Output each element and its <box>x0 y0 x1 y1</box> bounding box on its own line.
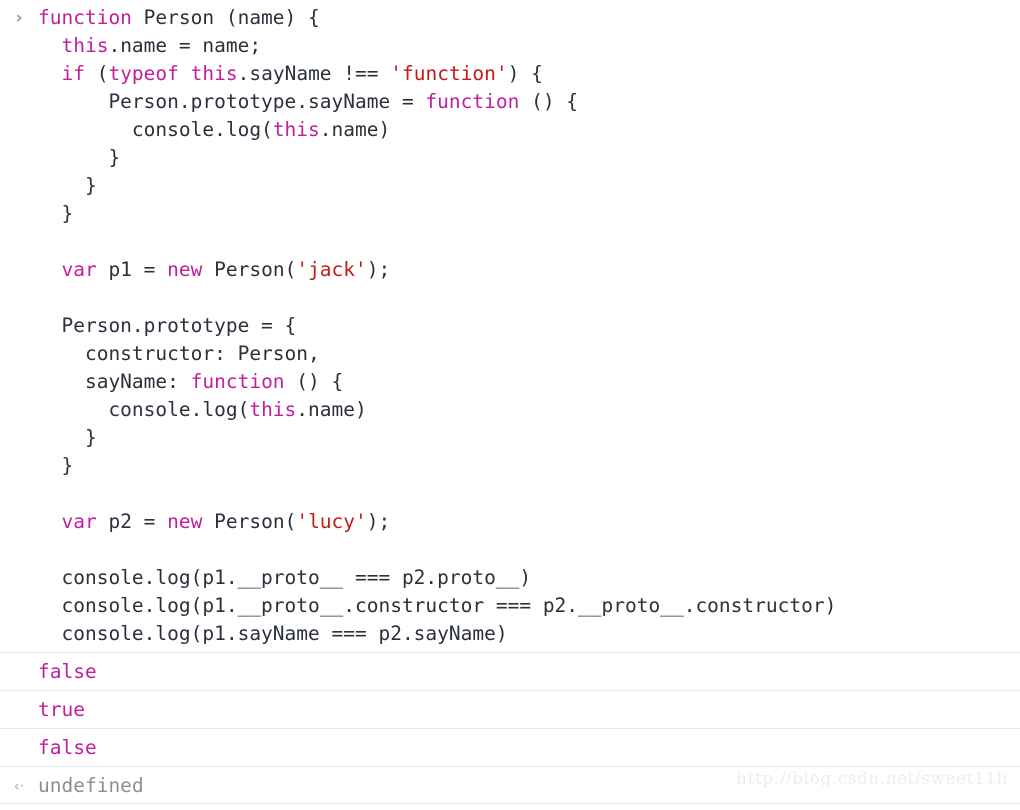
code-line: function Person (name) { <box>0 4 1020 32</box>
console-row-text: undefined <box>38 774 144 797</box>
console-input-code[interactable]: function Person (name) { this.name = nam… <box>0 4 1020 648</box>
code-line: var p1 = new Person('jack'); <box>0 256 1020 284</box>
code-token-plain: } <box>38 454 74 477</box>
code-token-plain: constructor: Person, <box>38 342 320 365</box>
code-line: console.log(this.name) <box>0 396 1020 424</box>
code-token-plain: Person( <box>202 258 297 281</box>
code-token-plain: console.log( <box>38 398 250 421</box>
code-token-plain: ); <box>366 510 391 533</box>
code-token-kw: function <box>425 90 520 113</box>
code-token-plain: () { <box>519 90 579 113</box>
code-token-kw: typeof <box>108 62 179 85</box>
code-line <box>0 480 1020 508</box>
code-token-plain: Person.prototype.sayName = <box>38 90 426 113</box>
code-token-plain: console.log(p1.__proto__ === p2.proto__) <box>38 566 532 589</box>
code-token-plain: .name) <box>296 398 367 421</box>
code-token-plain: Person (name) { <box>131 6 320 29</box>
code-token-plain: ( <box>84 62 109 85</box>
console-row-text: false <box>38 736 97 759</box>
code-token-plain: console.log( <box>38 118 273 141</box>
code-token-kw: this <box>249 398 297 421</box>
code-line <box>0 284 1020 312</box>
code-line: } <box>0 172 1020 200</box>
code-line <box>0 536 1020 564</box>
code-token-plain: } <box>38 426 97 449</box>
code-token-plain: } <box>38 174 97 197</box>
code-line: if (typeof this.sayName !== 'function') … <box>0 60 1020 88</box>
code-token-kw: if <box>61 62 85 85</box>
code-token-kw: var <box>61 510 97 533</box>
code-token-kw: new <box>167 258 203 281</box>
code-token-plain: console.log(p1.sayName === p2.sayName) <box>38 622 508 645</box>
code-token-plain: } <box>38 146 121 169</box>
code-line: constructor: Person, <box>0 340 1020 368</box>
console-row-text: false <box>38 660 97 683</box>
code-token-plain: .sayName !== <box>237 62 391 85</box>
code-token-kw: var <box>61 258 97 281</box>
code-token-plain: .name = name; <box>108 34 262 57</box>
code-line: sayName: function () { <box>0 368 1020 396</box>
code-line: console.log(this.name) <box>0 116 1020 144</box>
code-line: } <box>0 144 1020 172</box>
code-token-plain: Person.prototype = { <box>38 314 297 337</box>
code-token-plain: p2 = <box>96 510 168 533</box>
code-line <box>0 228 1020 256</box>
console-log-row[interactable]: true <box>0 690 1020 728</box>
code-line: var p2 = new Person('lucy'); <box>0 508 1020 536</box>
console-log-row[interactable]: false <box>0 728 1020 766</box>
code-token-plain: ) { <box>507 62 543 85</box>
code-line: console.log(p1.__proto__ === p2.proto__) <box>0 564 1020 592</box>
code-token-kw: function <box>38 6 132 29</box>
code-token-plain: console.log(p1.__proto__.constructor ===… <box>38 594 837 617</box>
code-token-kw: this <box>272 118 320 141</box>
code-line: console.log(p1.__proto__.constructor ===… <box>0 592 1020 620</box>
code-line: } <box>0 452 1020 480</box>
code-token-str: 'jack' <box>296 258 367 281</box>
code-line: } <box>0 424 1020 452</box>
console-log-row[interactable]: false <box>0 652 1020 690</box>
code-token-str: 'function' <box>390 62 508 85</box>
code-token-plain: Person( <box>202 510 297 533</box>
code-token-kw: this <box>61 34 109 57</box>
code-token-plain: ); <box>366 258 391 281</box>
code-token-plain: sayName: <box>38 370 191 393</box>
code-line: Person.prototype.sayName = function () { <box>0 88 1020 116</box>
code-token-kw: function <box>190 370 285 393</box>
code-token-plain: .name) <box>319 118 391 141</box>
code-line: Person.prototype = { <box>0 312 1020 340</box>
result-chevron-icon: ‹· <box>13 777 25 795</box>
code-token-str: 'lucy' <box>296 510 367 533</box>
code-line: console.log(p1.sayName === p2.sayName) <box>0 620 1020 648</box>
code-line: this.name = name; <box>0 32 1020 60</box>
code-line: } <box>0 200 1020 228</box>
watermark-text: http://blog.csdn.net/sweet11h <box>736 769 1008 789</box>
console-row-text: true <box>38 698 85 721</box>
code-token-plain: () { <box>284 370 344 393</box>
code-token-plain: p1 = <box>96 258 168 281</box>
console-panel: › function Person (name) { this.name = n… <box>0 0 1020 810</box>
prompt-chevron-icon: › <box>15 8 23 28</box>
code-token-plain: } <box>38 202 74 225</box>
code-token-kw: this <box>190 62 238 85</box>
code-token-kw: new <box>167 510 203 533</box>
console-command-entry[interactable]: › function Person (name) { this.name = n… <box>0 0 1020 648</box>
